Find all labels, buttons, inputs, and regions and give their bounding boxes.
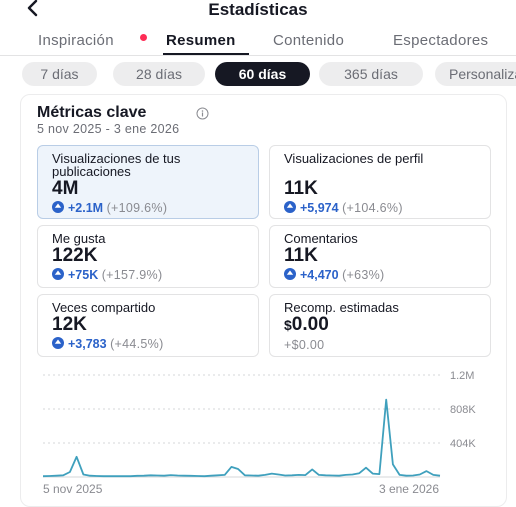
- x-tick-label-start: 5 nov 2025: [43, 482, 103, 496]
- y-tick-label: 404K: [450, 438, 476, 450]
- y-tick-label: 808K: [450, 404, 476, 416]
- series-line: [42, 398, 441, 478]
- views-line-chart: 1.2M 808K 404K 5 nov 2025 3 ene 2026: [42, 370, 476, 496]
- x-tick-label-end: 3 ene 2026: [379, 482, 439, 496]
- y-tick-label: 1.2M: [450, 370, 474, 382]
